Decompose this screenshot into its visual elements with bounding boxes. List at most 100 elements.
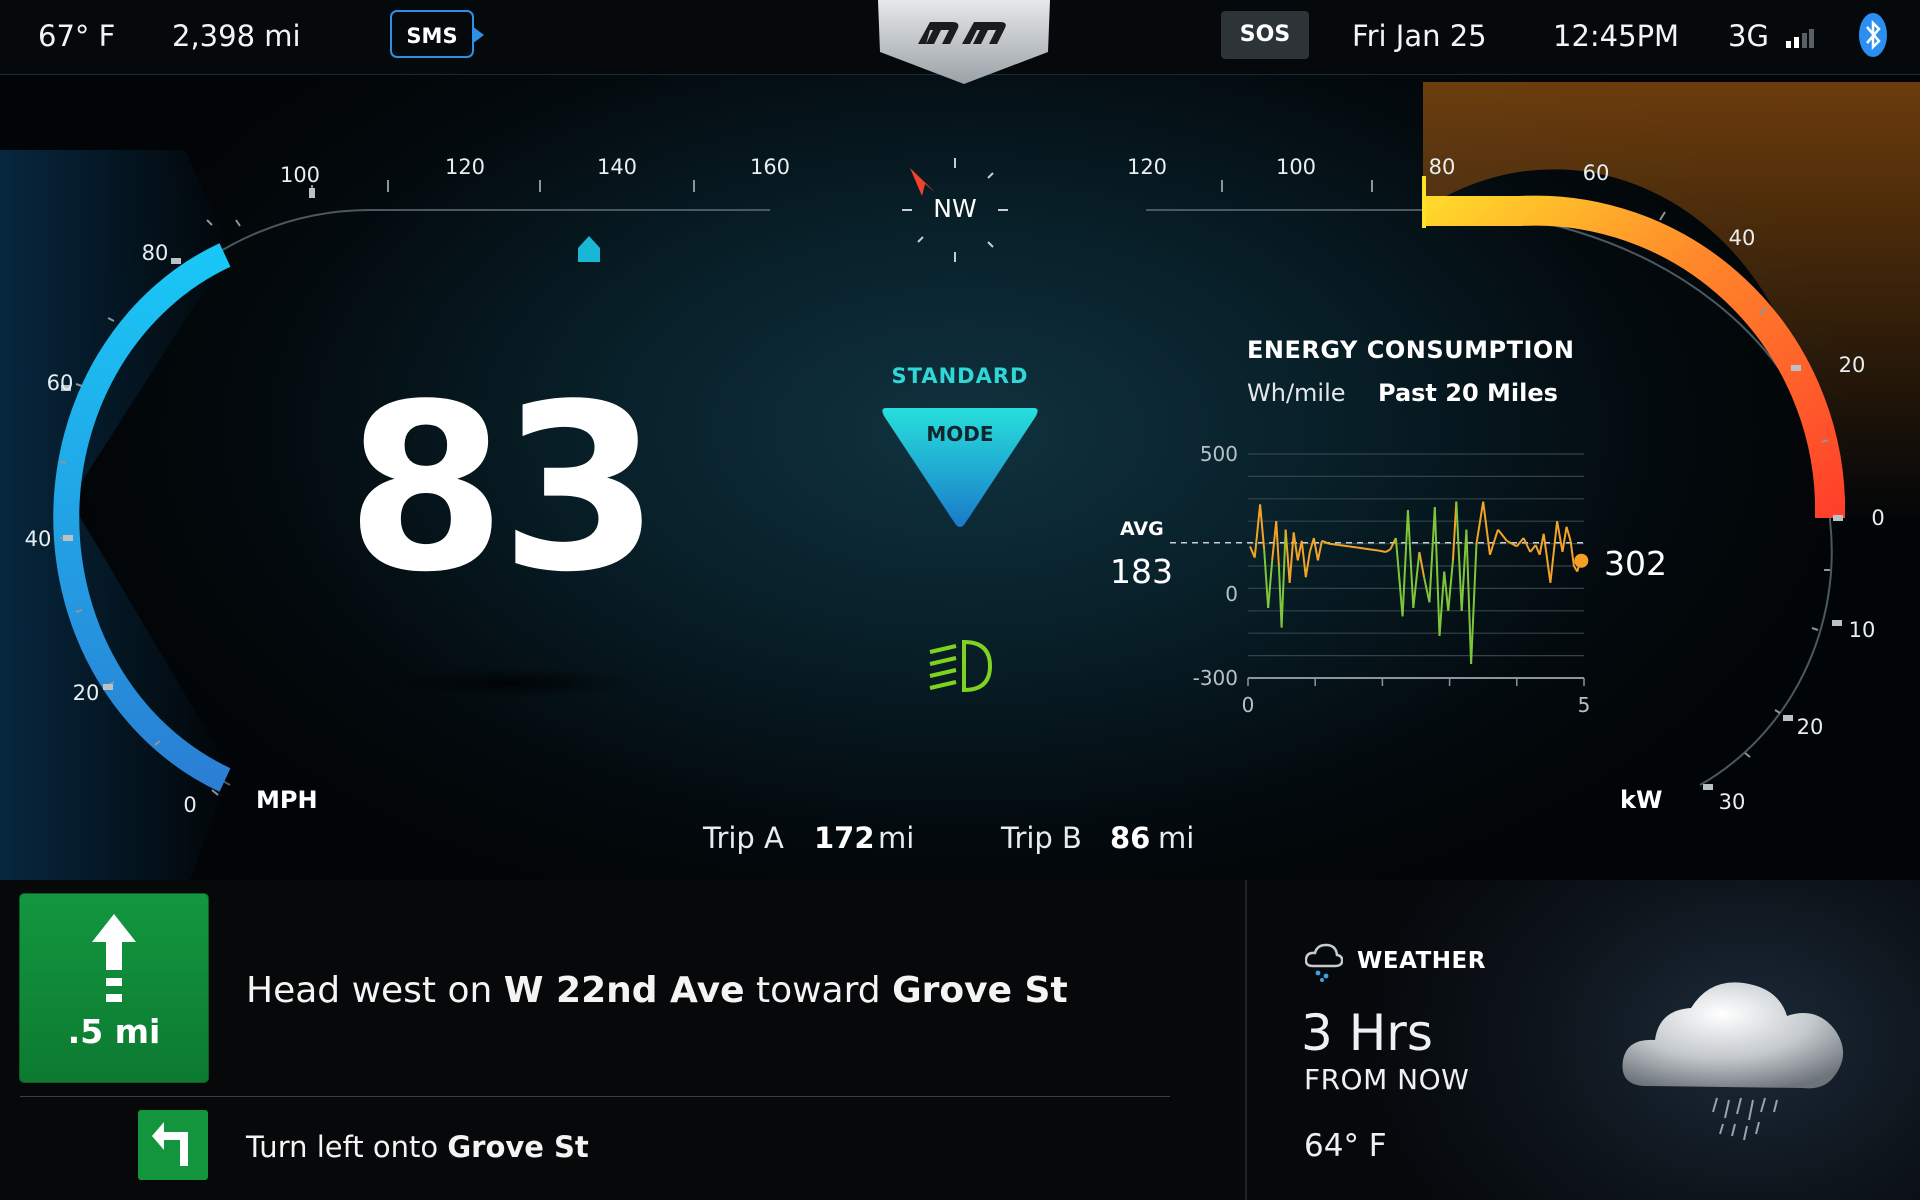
chart-segment bbox=[1358, 546, 1370, 551]
instruction-cross-street: Grove St bbox=[892, 970, 1068, 1011]
low-beam-headlight-icon bbox=[929, 639, 993, 693]
power-tick-label: 20 bbox=[1839, 353, 1866, 377]
instruction-road: W 22nd Ave bbox=[503, 970, 745, 1011]
trip-a-label: Trip A bbox=[703, 821, 784, 855]
chart-segment bbox=[1455, 501, 1463, 611]
outside-temperature: 67° F bbox=[38, 19, 116, 53]
chart-x-tick-label: 5 bbox=[1578, 693, 1591, 717]
chart-segment bbox=[1401, 509, 1409, 617]
weather-title: WEATHER bbox=[1357, 948, 1486, 974]
instruction-verb: Head west on bbox=[246, 970, 493, 1011]
chart-y-tick-label: 500 bbox=[1200, 442, 1238, 466]
power-unit: kW bbox=[1620, 786, 1663, 814]
chart-segment bbox=[1284, 529, 1291, 583]
energy-unit-label: Wh/mile bbox=[1247, 379, 1346, 407]
status-bar: 67° F 2,398 mi SMS SOS Fri Jan 25 12:45P… bbox=[0, 0, 1920, 84]
speed-tick-label: 160 bbox=[750, 155, 790, 179]
speed-tick-label: 40 bbox=[25, 527, 52, 551]
instrument-cluster: 0 20 40 60 80 100 120 140 160 0 20 40 60… bbox=[0, 0, 1920, 880]
chart-axis: 5000-3000 5 bbox=[1170, 442, 1590, 717]
brand-logo-icon bbox=[878, 0, 1050, 84]
chart-grid bbox=[1248, 453, 1584, 679]
power-tick-label: 80 bbox=[1429, 155, 1456, 179]
chart-segment bbox=[1338, 544, 1349, 548]
chart-segment bbox=[1482, 501, 1491, 555]
chart-segment bbox=[1288, 532, 1295, 583]
chart-segment bbox=[1328, 542, 1339, 546]
instruction-connector: toward bbox=[755, 970, 881, 1011]
position-marker-icon bbox=[578, 236, 600, 262]
regen-tick-label: 20 bbox=[1797, 715, 1824, 739]
speed-tick-label: 140 bbox=[597, 155, 637, 179]
bluetooth-icon[interactable] bbox=[1858, 12, 1888, 58]
chart-segment bbox=[1549, 521, 1559, 583]
main-instruction: Head west on W 22nd Ave toward Grove St bbox=[246, 970, 1068, 1011]
chart-segment bbox=[1460, 529, 1468, 611]
turn-left-arrow-icon bbox=[152, 1122, 188, 1166]
next-maneuver-sign bbox=[138, 1110, 208, 1180]
speed-unit: MPH bbox=[256, 786, 318, 814]
cloud-rain-small-icon bbox=[1305, 943, 1343, 982]
regen-tick-label: 30 bbox=[1719, 790, 1746, 814]
chart-segment bbox=[1292, 532, 1299, 561]
speed-tick-label: 80 bbox=[142, 241, 169, 265]
next-instruction-road: Grove St bbox=[447, 1130, 589, 1164]
signal-bars-icon bbox=[1786, 29, 1814, 48]
chart-segment bbox=[1412, 551, 1421, 609]
navigation-panel[interactable]: .5 mi Head west on W 22nd Ave toward Gro… bbox=[0, 880, 1245, 1200]
energy-range-label: Past 20 Miles bbox=[1378, 379, 1558, 407]
chart-segment bbox=[1556, 521, 1564, 553]
sms-button[interactable]: SMS bbox=[390, 10, 484, 58]
chart-segment bbox=[1529, 544, 1537, 553]
chart-segment bbox=[1470, 543, 1478, 665]
chart-segment bbox=[1394, 537, 1404, 617]
chart-segment bbox=[1443, 571, 1450, 611]
energy-current-value: 302 bbox=[1604, 544, 1667, 583]
chart-segment bbox=[1348, 545, 1360, 549]
chart-segment bbox=[1300, 540, 1307, 578]
chart-segment bbox=[1418, 551, 1426, 578]
network-type: 3G bbox=[1728, 19, 1769, 53]
chart-segment bbox=[1561, 526, 1568, 553]
trip-a-value: 172 bbox=[814, 821, 875, 855]
chart-segment bbox=[1304, 551, 1311, 578]
drive-mode-label[interactable]: MODE bbox=[900, 422, 1020, 446]
chart-segment bbox=[1565, 526, 1572, 542]
chart-segment bbox=[1423, 576, 1431, 603]
chart-segment bbox=[1542, 533, 1552, 583]
maneuver-distance: .5 mi bbox=[67, 1012, 161, 1051]
power-tick-label: 40 bbox=[1729, 226, 1756, 250]
speed-tick-label: 120 bbox=[445, 155, 485, 179]
weather-temperature: 64° F bbox=[1304, 1128, 1387, 1164]
rain-cloud-icon bbox=[1622, 982, 1844, 1141]
sos-button[interactable]: SOS bbox=[1221, 11, 1309, 59]
chart-segment bbox=[1465, 529, 1473, 665]
power-tick-label: 60 bbox=[1583, 161, 1610, 185]
power-tick-label: 120 bbox=[1127, 155, 1167, 179]
speed-tick-label: 100 bbox=[280, 163, 320, 187]
weather-forecast-time: 3 Hrs bbox=[1301, 1004, 1433, 1062]
speed-tick-label: 20 bbox=[73, 681, 100, 705]
chart-segment bbox=[1475, 501, 1485, 544]
chart-segment bbox=[1447, 560, 1454, 611]
drive-mode-name: STANDARD bbox=[891, 364, 1029, 388]
main-maneuver-sign: .5 mi bbox=[20, 894, 208, 1082]
chart-segment bbox=[1522, 537, 1532, 553]
speed-tick-label: 0 bbox=[183, 793, 196, 817]
speed-shadow bbox=[380, 668, 640, 698]
next-instruction-verb: Turn left onto bbox=[246, 1130, 439, 1164]
chart-current-marker bbox=[1574, 553, 1589, 568]
bottom-panels: .5 mi Head west on W 22nd Ave toward Gro… bbox=[0, 880, 1920, 1200]
chart-segment bbox=[1438, 571, 1446, 637]
straight-arrow-icon bbox=[92, 914, 136, 1002]
weather-panel[interactable]: WEATHER 3 Hrs FROM NOW 64° F bbox=[1247, 880, 1920, 1200]
chart-segment bbox=[1368, 548, 1380, 552]
power-tick-label: 0 bbox=[1871, 506, 1884, 530]
chart-segment bbox=[1538, 533, 1545, 555]
chart-segment bbox=[1406, 509, 1415, 609]
trip-b-unit: mi bbox=[1158, 821, 1195, 855]
instruction-divider bbox=[20, 1096, 1170, 1097]
chart-segment bbox=[1497, 528, 1508, 542]
chart-segment bbox=[1263, 549, 1270, 609]
energy-title: ENERGY CONSUMPTION bbox=[1247, 336, 1575, 364]
